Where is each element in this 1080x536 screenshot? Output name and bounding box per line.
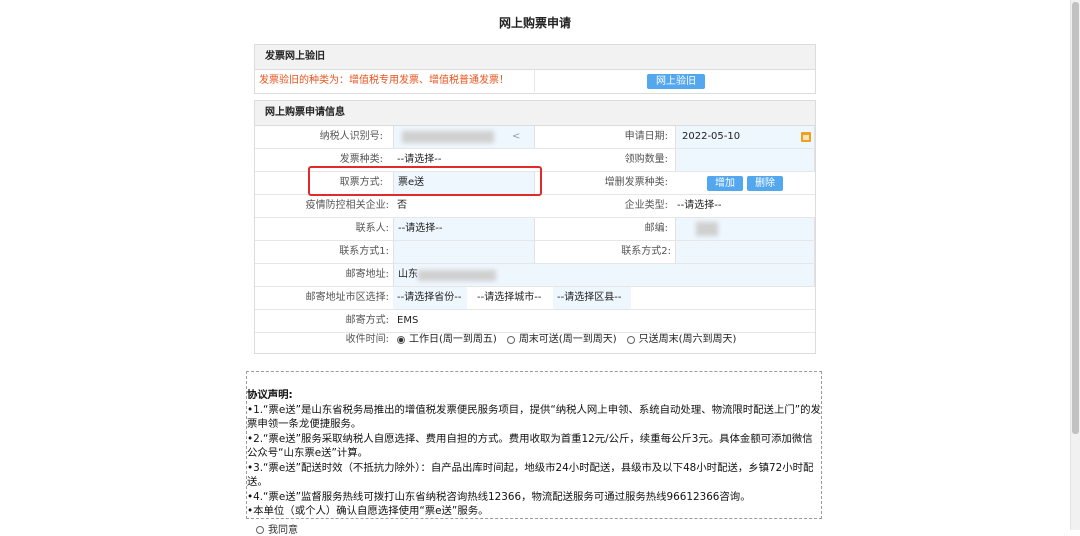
agreement-item: •3.“票e送”配送时效（不抵抗力除外）：自产品出库时间起，地级市24小时配送，… <box>247 461 814 489</box>
receive-qty-field[interactable] <box>675 149 815 171</box>
scrollbar-thumb[interactable] <box>1072 2 1079 434</box>
contact-select[interactable]: --请选择-- <box>393 218 535 240</box>
contact-label: 联系人: <box>355 223 389 234</box>
taxpayer-id-field[interactable]: < <box>393 126 535 148</box>
redacted-blur <box>696 222 718 236</box>
form-row: 联系方式1: 联系方式2: <box>255 241 815 264</box>
agreement-title: 协议声明: <box>247 389 293 401</box>
verify-row: 发票验旧的种类为：增值税专用发票、增值税普通发票！ 网上验旧 <box>255 70 815 92</box>
agreement-item: •2.“票e送”服务采取纳税人自愿选择、费用自担的方式。费用收取为首重12元/公… <box>247 432 813 460</box>
divider <box>534 70 535 92</box>
radio-icon <box>626 336 635 344</box>
redacted-blur <box>402 131 494 143</box>
verify-section-header: 发票网上验旧 <box>255 45 815 70</box>
radio-icon <box>256 526 264 534</box>
receive-time-options: 工作日(周一到周五) 周末可送(周一到周天) 只送周末(周六到周天) <box>393 329 815 351</box>
postcode-label: 邮编: <box>644 223 668 234</box>
apply-section: 网上购票申请信息 纳税人识别号: < 申请日期: 2022-05-10 发票种类… <box>254 100 816 354</box>
company-type-select[interactable]: --请选择-- <box>673 195 815 217</box>
highlight-box <box>308 166 542 196</box>
receive-time-option-weekend[interactable]: 只送周末(周六到周天) <box>626 329 737 351</box>
agreement-box: 协议声明: •1.“票e送”是山东省税务局推出的增值税发票便民服务项目，提供“纳… <box>246 371 822 519</box>
apply-date-label: 申请日期: <box>624 131 668 142</box>
phone2-label: 联系方式2: <box>621 246 671 257</box>
verify-notice: 发票验旧的种类为：增值税专用发票、增值税普通发票！ <box>259 75 509 86</box>
verify-section: 发票网上验旧 发票验旧的种类为：增值税专用发票、增值税普通发票！ 网上验旧 <box>254 44 816 94</box>
company-type-label: 企业类型: <box>624 200 668 211</box>
form-row: 收件时间: 工作日(周一到周五) 周末可送(周一到周天) 只送周末(周六到周天) <box>255 329 815 351</box>
phone2-field[interactable] <box>675 241 815 263</box>
form-row: 联系人: --请选择-- 邮编: <box>255 218 815 241</box>
page-title: 网上购票申请 <box>498 16 571 30</box>
taxpayer-id-tail: < <box>512 131 521 142</box>
receive-qty-label: 领购数量: <box>624 154 668 165</box>
taxpayer-id-label: 纳税人识别号: <box>319 131 383 142</box>
option-label: 只送周末(周六到周天) <box>638 334 737 345</box>
agreement-item: •1.“票e送”是山东省税务局推出的增值税发票便民服务项目，提供“纳税人网上申领… <box>247 403 821 431</box>
address-label: 邮寄地址: <box>345 269 389 280</box>
receive-time-option-weekday[interactable]: 工作日(周一到周五) <box>397 329 497 351</box>
phone1-label: 联系方式1: <box>339 246 389 257</box>
form-row: 疫情防控相关企业: 否 企业类型: --请选择-- <box>255 195 815 218</box>
redacted-blur <box>418 270 496 281</box>
receive-time-label: 收件时间: <box>345 334 389 345</box>
epidemic-label: 疫情防控相关企业: <box>305 200 389 211</box>
address-value: 山东 <box>398 269 418 280</box>
form-row: 邮寄地址: 山东 <box>255 264 815 287</box>
agreement-item: •本单位（或个人）确认自愿选择使用“票e送”服务。 <box>247 505 489 517</box>
scrollbar[interactable] <box>1070 0 1080 530</box>
agreement-item: •4.“票e送”监督服务热线可拨打山东省纳税咨询热线12366，物流配送服务可通… <box>247 490 751 503</box>
option-label: 周末可送(周一到周天) <box>518 334 617 345</box>
form-row: 纳税人识别号: < 申请日期: 2022-05-10 <box>255 126 815 149</box>
postcode-field[interactable] <box>675 218 815 240</box>
radio-checked-icon <box>397 336 405 344</box>
apply-date-field[interactable]: 2022-05-10 <box>675 126 815 148</box>
apply-section-header: 网上购票申请信息 <box>255 101 815 126</box>
delete-button[interactable]: 删除 <box>747 176 783 191</box>
province-select[interactable]: --请选择省份-- <box>393 287 467 309</box>
add-button[interactable]: 增加 <box>707 176 743 191</box>
address-field[interactable]: 山东 <box>393 264 815 286</box>
add-del-type-label: 增删发票种类: <box>604 177 668 188</box>
radio-icon <box>506 336 515 344</box>
phone1-field[interactable] <box>393 241 535 263</box>
agree-label: 我同意 <box>268 525 298 536</box>
region-label: 邮寄地址市区选择: <box>305 292 389 303</box>
verify-button[interactable]: 网上验旧 <box>647 74 705 89</box>
agree-option[interactable]: 我同意 <box>256 521 298 536</box>
calendar-icon[interactable] <box>801 132 811 142</box>
option-label: 工作日(周一到周五) <box>409 334 497 345</box>
epidemic-select[interactable]: 否 <box>393 195 535 217</box>
city-select[interactable]: --请选择城市-- <box>473 287 549 309</box>
receive-time-option-any[interactable]: 周末可送(周一到周天) <box>506 329 617 351</box>
form-row: 邮寄地址市区选择: --请选择省份-- --请选择城市-- --请选择区县-- <box>255 287 815 310</box>
county-select[interactable]: --请选择区县-- <box>553 287 631 309</box>
